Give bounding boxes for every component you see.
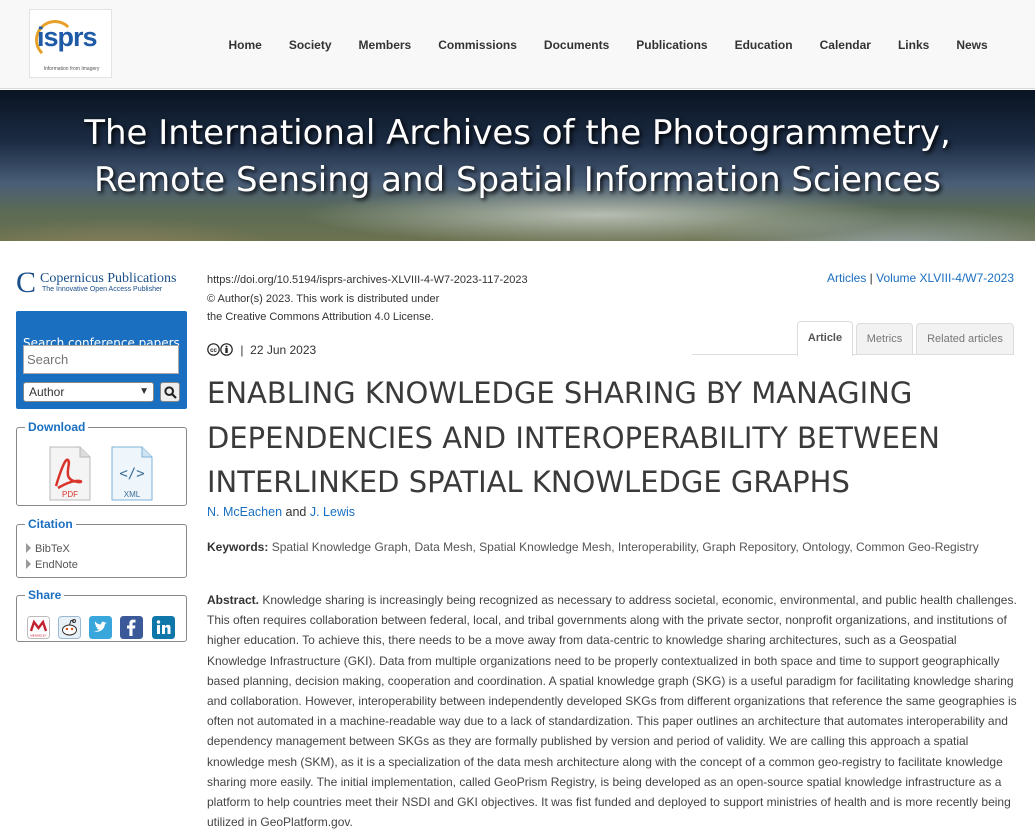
main-nav: Home Society Members Commissions Documen… (215, 0, 1001, 89)
nav-members[interactable]: Members (345, 38, 425, 52)
copernicus-logo[interactable]: C Copernicus Publications The Innovative… (16, 268, 186, 300)
xml-label: XML (124, 490, 141, 499)
publication-date-line: cc | 22 Jun 2023 (207, 343, 316, 357)
citation-endnote-label: EndNote (35, 559, 78, 571)
nav-society[interactable]: Society (275, 38, 345, 52)
article-meta: https://doi.org/10.5194/isprs-archives-X… (207, 271, 528, 327)
volume-link[interactable]: Volume XLVIII-4/W7-2023 (876, 271, 1014, 285)
caret-right-icon (26, 543, 31, 553)
citation-endnote[interactable]: EndNote (26, 559, 78, 571)
svg-text:cc: cc (210, 348, 217, 354)
publisher-name: Copernicus Publications (40, 271, 177, 286)
linkedin-icon[interactable] (152, 616, 175, 639)
nav-home[interactable]: Home (215, 38, 275, 52)
link-separator: | (869, 271, 873, 285)
xml-file-icon[interactable]: </> XML (110, 446, 153, 501)
tab-related-articles[interactable]: Related articles (916, 323, 1014, 354)
citation-bibtex[interactable]: BibTeX (26, 543, 70, 555)
download-panel: Download PDF </> XML (16, 420, 187, 506)
keywords-text: Spatial Knowledge Graph, Data Mesh, Spat… (271, 540, 979, 554)
nav-links[interactable]: Links (884, 38, 942, 52)
pdf-file-icon[interactable]: PDF (48, 446, 91, 501)
articles-link[interactable]: Articles (827, 271, 866, 285)
caret-right-icon (26, 559, 31, 569)
tab-article[interactable]: Article (797, 321, 853, 356)
author-list: N. McEachen and J. Lewis (207, 505, 355, 519)
pdf-label: PDF (62, 490, 78, 499)
twitter-icon[interactable] (89, 616, 112, 639)
journal-banner: The International Archives of the Photog… (0, 90, 1035, 241)
copyright-line-1: © Author(s) 2023. This work is distribut… (207, 292, 440, 305)
mendeley-label: MENDELEY (30, 634, 47, 638)
creative-commons-icon[interactable]: cc (207, 343, 233, 356)
share-legend: Share (28, 588, 62, 602)
xml-code-glyph: </> (119, 466, 144, 482)
search-input[interactable] (23, 345, 179, 374)
nav-news[interactable]: News (943, 38, 1001, 52)
nav-documents[interactable]: Documents (530, 38, 622, 52)
download-legend: Download (28, 420, 86, 434)
share-panel: Share MENDELEY (16, 588, 187, 642)
tab-metrics[interactable]: Metrics (856, 323, 913, 354)
search-panel: Search conference papers Author ▼ (16, 311, 187, 409)
nav-education[interactable]: Education (721, 38, 806, 52)
top-bar: isprs Information from Imagery Home Soci… (0, 0, 1035, 89)
keywords-label: Keywords: (207, 540, 269, 554)
citation-panel: Citation BibTeX EndNote (16, 517, 187, 578)
logo-tagline: Information from Imagery (43, 66, 100, 72)
date-separator: | (240, 343, 244, 357)
chevron-down-icon: ▼ (139, 386, 149, 397)
author-link[interactable]: J. Lewis (310, 505, 355, 519)
abstract-label: Abstract. (207, 593, 260, 607)
author-link[interactable]: N. McEachen (207, 505, 282, 519)
article-tabs: Article Metrics Related articles (692, 321, 1014, 356)
reddit-icon[interactable] (58, 616, 81, 639)
citation-bibtex-label: BibTeX (35, 543, 70, 555)
journal-title: The International Archives of the Photog… (84, 113, 951, 200)
author-conjunction: and (285, 505, 307, 519)
abstract-text: Knowledge sharing is increasingly being … (207, 593, 1017, 830)
logo-text: isprs (37, 22, 98, 52)
copyright-line-2[interactable]: the Creative Commons Attribution 4.0 Lic… (207, 308, 528, 327)
keywords-section: Keywords: Spatial Knowledge Graph, Data … (207, 537, 1007, 558)
search-button[interactable] (160, 382, 180, 402)
nav-commissions[interactable]: Commissions (425, 38, 531, 52)
abstract-section: Abstract. Knowledge sharing is increasin… (207, 590, 1017, 832)
article-title: ENABLING KNOWLEDGE SHARING BY MANAGING D… (207, 376, 940, 499)
nav-calendar[interactable]: Calendar (806, 38, 884, 52)
breadcrumb-links: Articles | Volume XLVIII-4/W7-2023 (827, 271, 1014, 285)
facebook-icon[interactable] (120, 616, 143, 639)
copernicus-c-icon: C (16, 266, 37, 299)
search-field-select[interactable]: Author ▼ (23, 382, 154, 402)
citation-legend: Citation (28, 517, 73, 531)
search-field-value: Author (29, 385, 65, 399)
nav-publications[interactable]: Publications (623, 38, 721, 52)
doi-link[interactable]: https://doi.org/10.5194/isprs-archives-X… (207, 271, 528, 290)
publisher-tagline: The Innovative Open Access Publisher (42, 286, 163, 293)
mendeley-icon[interactable]: MENDELEY (27, 616, 50, 639)
isprs-logo[interactable]: isprs Information from Imagery (29, 9, 112, 78)
search-icon (164, 386, 177, 399)
publication-date: 22 Jun 2023 (250, 343, 317, 357)
